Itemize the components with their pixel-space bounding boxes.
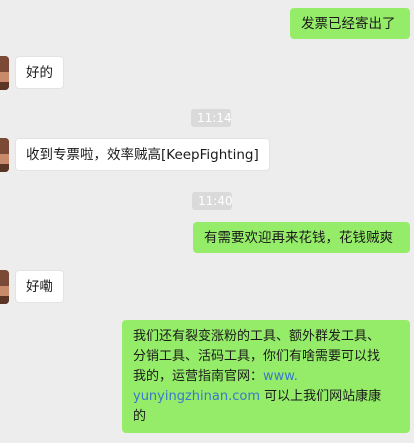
message-text: 好的	[26, 65, 53, 81]
outgoing-message-bubble[interactable]: 发票已经寄出了	[290, 8, 410, 39]
message-text: 好嘞	[26, 279, 53, 295]
website-link[interactable]: yunyingzhinan.com	[133, 389, 260, 404]
outgoing-message-bubble[interactable]: 有需要欢迎再来花钱，花钱贼爽	[193, 222, 410, 253]
contact-avatar[interactable]	[0, 270, 9, 304]
message-text: 我的，运营指南官网：	[133, 369, 264, 384]
contact-avatar[interactable]	[0, 56, 9, 90]
incoming-message-bubble[interactable]: 收到专票啦，效率贼高[KeepFighting]	[15, 138, 270, 171]
website-link[interactable]: www.	[263, 369, 298, 384]
message-line: 我的，运营指南官网：www.	[133, 367, 399, 387]
timestamp-badge: 11:14	[191, 109, 232, 127]
timestamp-text: 11:40	[198, 194, 233, 208]
message-text: 可以上我们网站康康	[264, 389, 382, 404]
incoming-message-bubble[interactable]: 好的	[15, 56, 64, 89]
message-text: 收到专票啦，效率贼高[KeepFighting]	[26, 147, 259, 163]
message-line: 的	[133, 409, 147, 424]
timestamp-badge: 11:40	[192, 192, 233, 210]
message-line: 我们还有裂变涨粉的工具、额外群发工具、	[133, 329, 381, 344]
message-line: yunyingzhinan.com 可以上我们网站康康	[133, 387, 399, 407]
incoming-message-bubble[interactable]: 好嘞	[15, 270, 64, 303]
message-text: 发票已经寄出了	[301, 16, 396, 32]
message-line: 分销工具、活码工具，你们有啥需要可以找	[133, 349, 381, 364]
message-text: 有需要欢迎再来花钱，花钱贼爽	[204, 230, 393, 246]
contact-avatar[interactable]	[0, 138, 9, 172]
timestamp-text: 11:14	[197, 111, 232, 125]
outgoing-message-bubble[interactable]: 我们还有裂变涨粉的工具、额外群发工具、 分销工具、活码工具，你们有啥需要可以找 …	[122, 320, 410, 433]
